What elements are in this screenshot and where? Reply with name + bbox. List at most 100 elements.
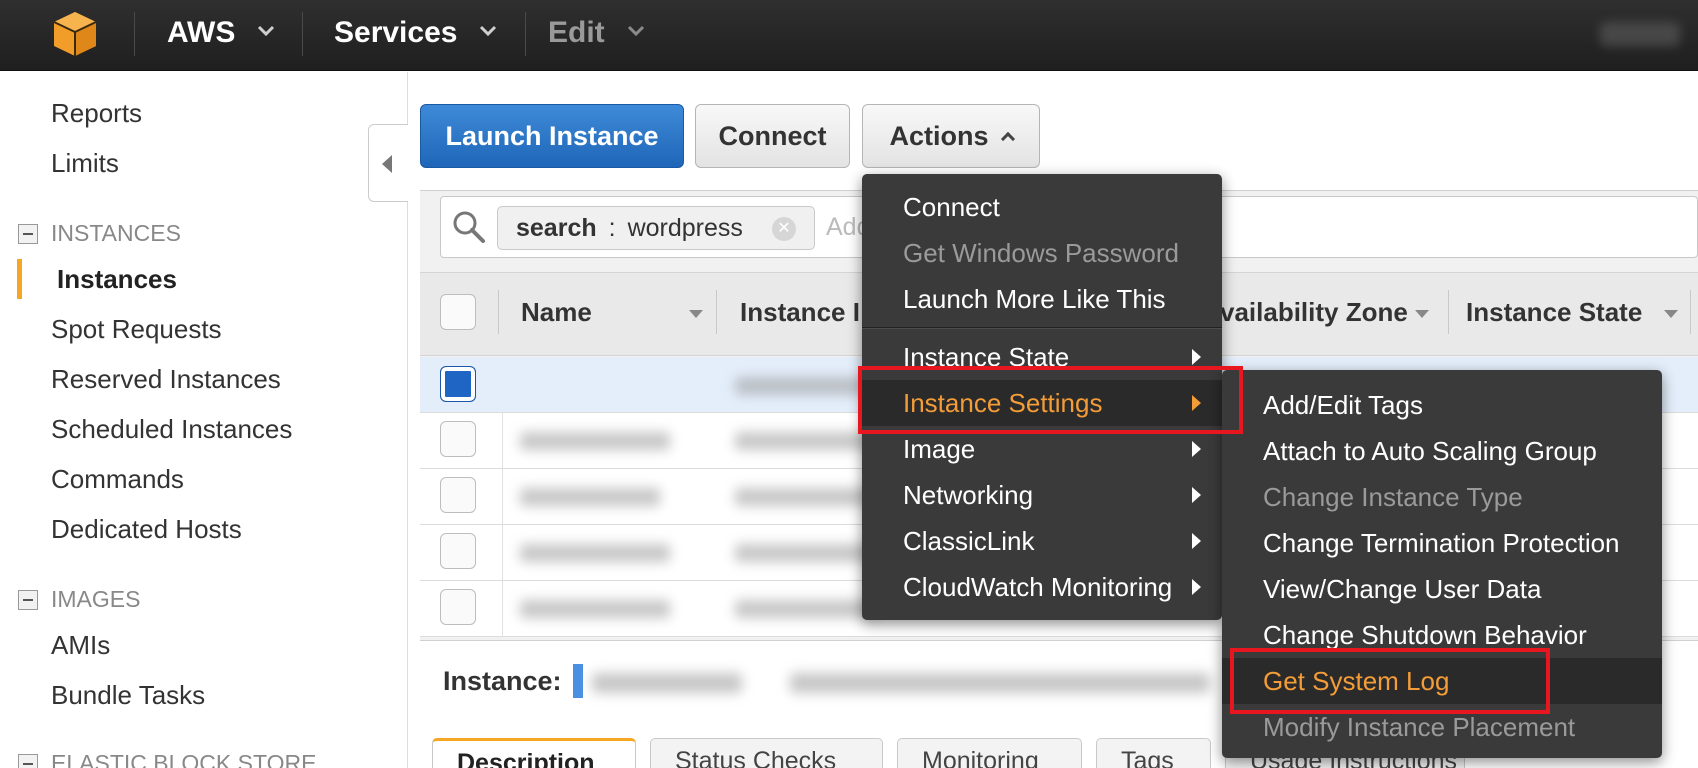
menu-item-networking[interactable]: Networking: [903, 480, 1033, 511]
sidebar-item-bundle-tasks[interactable]: Bundle Tasks: [51, 680, 205, 711]
menu-item-image[interactable]: Image: [903, 434, 975, 465]
collapse-minus-icon: [18, 223, 38, 244]
menu-item-change-instance-type: Change Instance Type: [1263, 482, 1523, 512]
account-menu-blurred[interactable]: [1600, 22, 1680, 46]
topbar-separator: [302, 12, 303, 56]
submenu-arrow-icon: [1192, 579, 1201, 595]
sidebar-item-limits[interactable]: Limits: [51, 148, 119, 179]
column-header-availability-zone[interactable]: vailability Zone: [1220, 297, 1408, 328]
tab-description[interactable]: Description: [432, 738, 636, 768]
sidebar-section-label: IMAGES: [51, 586, 141, 612]
menu-item-classiclink[interactable]: ClassicLink: [903, 526, 1035, 557]
menu-item-change-shutdown-behavior[interactable]: Change Shutdown Behavior: [1263, 620, 1587, 651]
row-checkbox[interactable]: [440, 421, 476, 457]
aws-menu-label: AWS: [167, 16, 236, 49]
active-item-indicator: [17, 259, 22, 299]
chevron-left-icon: [382, 155, 392, 173]
sidebar-section-images[interactable]: IMAGES: [18, 586, 140, 613]
row-checkbox[interactable]: [440, 589, 476, 625]
column-separator: [498, 290, 499, 334]
chevron-down-icon: [257, 24, 275, 42]
tab-status-checks[interactable]: Status Checks: [650, 738, 883, 768]
services-menu-label: Services: [334, 16, 458, 49]
sidebar-collapse-toggle[interactable]: [368, 124, 408, 202]
sort-caret-icon[interactable]: [1664, 310, 1678, 318]
tab-monitoring[interactable]: Monitoring: [897, 738, 1082, 768]
sidebar-item-amis[interactable]: AMIs: [51, 630, 110, 661]
sidebar-item-commands[interactable]: Commands: [51, 464, 184, 495]
column-header-name[interactable]: Name: [521, 297, 592, 328]
search-icon: [453, 211, 485, 243]
column-separator: [1690, 290, 1691, 334]
submenu-arrow-icon: [1192, 349, 1201, 365]
column-separator: [1448, 290, 1449, 334]
filter-value: wordpress: [627, 213, 743, 242]
row-checkbox[interactable]: [440, 533, 476, 569]
sidebar-section-ebs[interactable]: ELASTIC BLOCK STORE: [18, 750, 316, 768]
edit-menu[interactable]: Edit: [548, 14, 645, 52]
sidebar-item-reports[interactable]: Reports: [51, 98, 142, 129]
sidebar-item-spot-requests[interactable]: Spot Requests: [51, 314, 222, 345]
menu-item-launch-more-like-this[interactable]: Launch More Like This: [903, 284, 1166, 315]
menu-item-get-windows-password: Get Windows Password: [903, 238, 1179, 268]
tab-tags[interactable]: Tags: [1096, 738, 1211, 768]
topbar-separator: [525, 12, 526, 56]
actions-button[interactable]: Actions: [862, 104, 1040, 168]
remove-filter-icon[interactable]: ✕: [772, 217, 796, 241]
sidebar-item-reserved-instances[interactable]: Reserved Instances: [51, 364, 281, 395]
sort-caret-icon[interactable]: [689, 310, 703, 318]
instance-selection-marker: [573, 664, 583, 698]
filter-separator: :: [608, 213, 616, 242]
collapse-minus-icon: [18, 589, 38, 610]
blurred-instance-id: [735, 600, 875, 618]
column-separator: [716, 290, 717, 334]
blurred-instance-name: [520, 488, 660, 506]
sidebar-item-scheduled-instances[interactable]: Scheduled Instances: [51, 414, 292, 445]
blurred-instance-name: [520, 544, 670, 562]
menu-divider: [862, 327, 1222, 328]
sidebar-item-instances[interactable]: Instances: [57, 264, 177, 295]
sidebar-section-label: ELASTIC BLOCK STORE: [51, 750, 317, 768]
sidebar-section-instances[interactable]: INSTANCES: [18, 220, 181, 247]
aws-menu[interactable]: AWS: [167, 14, 275, 52]
blurred-instance-summary: [790, 673, 1210, 693]
blurred-instance-name: [520, 600, 670, 618]
instance-label: Instance:: [443, 666, 562, 696]
chevron-down-icon: [627, 24, 645, 42]
column-header-instance-id[interactable]: Instance I: [740, 297, 860, 328]
menu-item-cloudwatch-monitoring[interactable]: CloudWatch Monitoring: [903, 572, 1172, 603]
submenu-arrow-icon: [1192, 487, 1201, 503]
row-checkbox[interactable]: [440, 477, 476, 513]
blurred-instance-summary: [592, 673, 742, 693]
blurred-instance-id: [735, 432, 875, 450]
menu-item-connect[interactable]: Connect: [903, 192, 1000, 223]
blurred-instance-id: [735, 488, 875, 506]
launch-instance-button[interactable]: Launch Instance: [420, 104, 684, 168]
services-menu[interactable]: Services: [334, 14, 497, 52]
search-filter-token[interactable]: search : wordpress ✕: [497, 206, 815, 250]
menu-item-change-termination-protection[interactable]: Change Termination Protection: [1263, 528, 1620, 559]
menu-item-add-edit-tags[interactable]: Add/Edit Tags: [1263, 390, 1423, 421]
topbar-separator: [134, 12, 135, 56]
sidebar-section-label: INSTANCES: [51, 220, 181, 246]
select-all-checkbox[interactable]: [440, 294, 476, 330]
top-nav-bar: AWS Services Edit: [0, 0, 1698, 71]
column-header-instance-state[interactable]: Instance State: [1466, 297, 1642, 328]
edit-menu-label: Edit: [548, 16, 605, 49]
connect-button[interactable]: Connect: [695, 104, 850, 168]
row-checkbox[interactable]: [440, 366, 476, 402]
menu-item-view-change-user-data[interactable]: View/Change User Data: [1263, 574, 1541, 605]
aws-cube-logo-icon[interactable]: [52, 10, 98, 58]
blurred-instance-name: [520, 432, 670, 450]
submenu-arrow-icon: [1192, 441, 1201, 457]
sidebar-item-dedicated-hosts[interactable]: Dedicated Hosts: [51, 514, 242, 545]
collapse-minus-icon: [18, 753, 38, 768]
filter-key: search: [516, 213, 597, 242]
submenu-arrow-icon: [1192, 533, 1201, 549]
annotation-highlight-instance-settings: [858, 366, 1243, 434]
column-separator: [502, 413, 503, 637]
menu-item-modify-instance-placement: Modify Instance Placement: [1263, 712, 1576, 742]
menu-item-attach-auto-scaling[interactable]: Attach to Auto Scaling Group: [1263, 436, 1597, 467]
blurred-instance-id: [735, 544, 875, 562]
sort-caret-icon[interactable]: [1415, 310, 1429, 318]
